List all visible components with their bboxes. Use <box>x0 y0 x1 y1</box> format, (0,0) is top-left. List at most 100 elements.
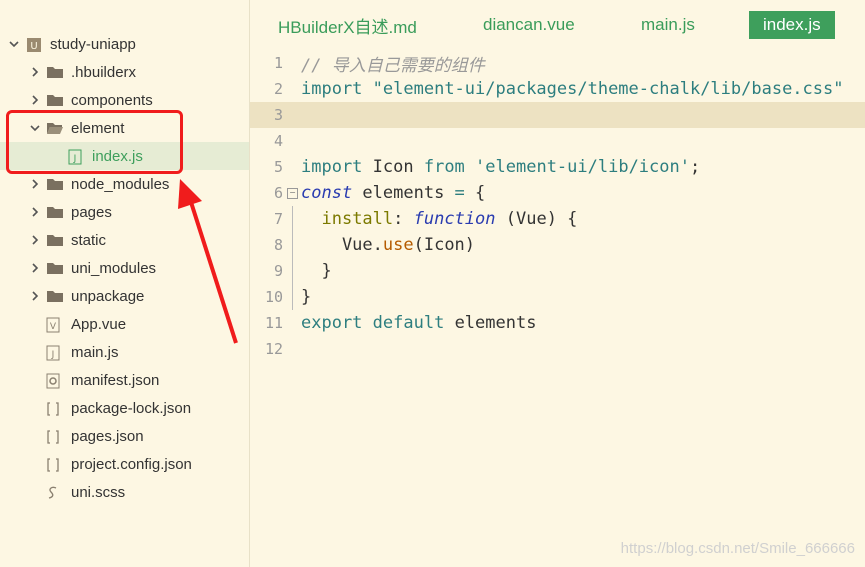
code-token: = <box>454 183 465 203</box>
code-token: ; <box>689 157 701 177</box>
tree-item-label: App.vue <box>71 315 127 333</box>
tree-item-label: uni_modules <box>71 259 157 277</box>
line-number: 3 <box>273 106 283 124</box>
code-line[interactable]: 11 export default elements <box>250 310 865 336</box>
svg-text:J: J <box>51 350 55 360</box>
code-line[interactable]: 4 <box>250 128 865 154</box>
code-text: install: function (Vue) { <box>301 209 577 229</box>
code-line[interactable]: 8 Vue.use(Icon) <box>250 232 865 258</box>
code-text: export default elements <box>301 313 536 333</box>
tree-item[interactable]: uni.scss <box>0 478 249 506</box>
tab-index-js[interactable]: index.js <box>749 11 835 39</box>
json-file-icon <box>46 457 62 472</box>
fold-guide <box>292 232 293 258</box>
code-text: } <box>301 261 332 281</box>
tree-item-label: static <box>71 231 107 249</box>
code-text: const elements = { <box>301 183 485 203</box>
code-token: elements <box>352 183 455 203</box>
folder-icon <box>46 93 63 107</box>
tab-main-js[interactable]: main.js <box>641 11 695 39</box>
line-number: 11 <box>264 314 283 332</box>
code-line[interactable]: 6− const elements = { <box>250 180 865 206</box>
code-token: use <box>382 235 414 255</box>
tree-item-label: manifest.json <box>71 371 160 389</box>
line-number: 7 <box>273 210 283 228</box>
folder-icon <box>46 261 63 275</box>
chevron-right-icon[interactable] <box>29 66 41 78</box>
tab-hbuilderx-readme[interactable]: HBuilderX自述.md <box>278 11 417 39</box>
tree-item-label: study-uniapp <box>50 35 136 53</box>
folder-icon <box>46 177 63 191</box>
watermark: https://blog.csdn.net/Smile_666666 <box>620 540 855 557</box>
code-token: (Icon) <box>413 235 476 255</box>
code-line[interactable]: 1 // 导入自己需要的组件 <box>250 50 865 76</box>
json-file-icon <box>46 429 62 444</box>
line-number: 1 <box>273 54 283 72</box>
tree-item-label: project.config.json <box>71 455 192 473</box>
tree-item-label: uni.scss <box>71 483 126 501</box>
code-line[interactable]: 3 <box>250 102 865 128</box>
code-token: "element-ui/packages/theme-chalk/lib/bas… <box>372 79 844 99</box>
code-token: Icon <box>362 157 424 177</box>
tree-item[interactable]: project.config.json <box>0 450 249 478</box>
chevron-down-icon[interactable] <box>8 38 20 50</box>
json-file-icon <box>46 401 62 416</box>
line-number: 9 <box>273 262 283 280</box>
chevron-right-icon[interactable] <box>29 262 41 274</box>
code-line[interactable]: 5 import Icon from 'element-ui/lib/icon'; <box>250 154 865 180</box>
line-number: 12 <box>264 340 283 358</box>
chevron-right-icon[interactable] <box>29 234 41 246</box>
tree-item[interactable]: package-lock.json <box>0 394 249 422</box>
code-token: } <box>301 287 312 307</box>
tree-item-label: pages <box>71 203 112 221</box>
tree-item-label: .hbuilderx <box>71 63 137 81</box>
chevron-right-icon[interactable] <box>29 290 41 302</box>
chevron-right-icon[interactable] <box>29 206 41 218</box>
code-token: Vue. <box>301 235 383 255</box>
code-token: // 导入自己需要的组件 <box>301 55 485 76</box>
code-text: // 导入自己需要的组件 <box>301 51 485 76</box>
tree-item[interactable]: pages.json <box>0 422 249 450</box>
vue-file-icon: V <box>46 317 62 333</box>
chevron-right-icon[interactable] <box>29 178 41 190</box>
code-token: export <box>301 313 363 333</box>
code-line[interactable]: 2 import "element-ui/packages/theme-chalk… <box>250 76 865 102</box>
tree-item-label: pages.json <box>71 427 144 445</box>
code-token: const <box>301 183 353 203</box>
code-token: (Vue) { <box>495 209 578 229</box>
code-token: from <box>423 157 465 177</box>
code-editor: HBuilderX自述.md diancan.vue main.js index… <box>250 0 865 567</box>
tree-item[interactable]: manifest.json <box>0 366 249 394</box>
code-token: { <box>464 183 486 203</box>
fold-toggle-icon[interactable]: − <box>287 187 298 199</box>
chevron-right-icon[interactable] <box>29 94 41 106</box>
fold-guide <box>292 258 293 284</box>
tree-item-label: unpackage <box>71 287 145 305</box>
code-token: import <box>301 157 363 177</box>
code-text: import Icon from 'element-ui/lib/icon'; <box>301 157 700 177</box>
folder-icon <box>46 205 63 219</box>
code-token: : <box>393 209 414 229</box>
tree-item-label: package-lock.json <box>71 399 192 417</box>
code-line[interactable]: 7 install: function (Vue) { <box>250 206 865 232</box>
code-text: import "element-ui/packages/theme-chalk/… <box>301 79 843 99</box>
code-line[interactable]: 9 } <box>250 258 865 284</box>
code-line[interactable]: 12 <box>250 336 865 362</box>
tree-item[interactable]: .hbuilderx <box>0 58 249 86</box>
folder-icon <box>46 233 63 247</box>
tab-diancan-vue[interactable]: diancan.vue <box>483 11 575 39</box>
line-number: 5 <box>273 158 283 176</box>
code-line[interactable]: 10} <box>250 284 865 310</box>
scss-file-icon <box>46 485 62 499</box>
line-number: 4 <box>273 132 283 150</box>
code-token: } <box>301 261 332 281</box>
tree-item[interactable]: Ustudy-uniapp <box>0 30 249 58</box>
project-icon: U <box>26 37 42 52</box>
code-token: 'element-ui/lib/icon' <box>475 157 690 177</box>
svg-text:U: U <box>30 41 37 52</box>
code-token: import <box>301 79 363 99</box>
tree-item-label: node_modules <box>71 175 170 193</box>
